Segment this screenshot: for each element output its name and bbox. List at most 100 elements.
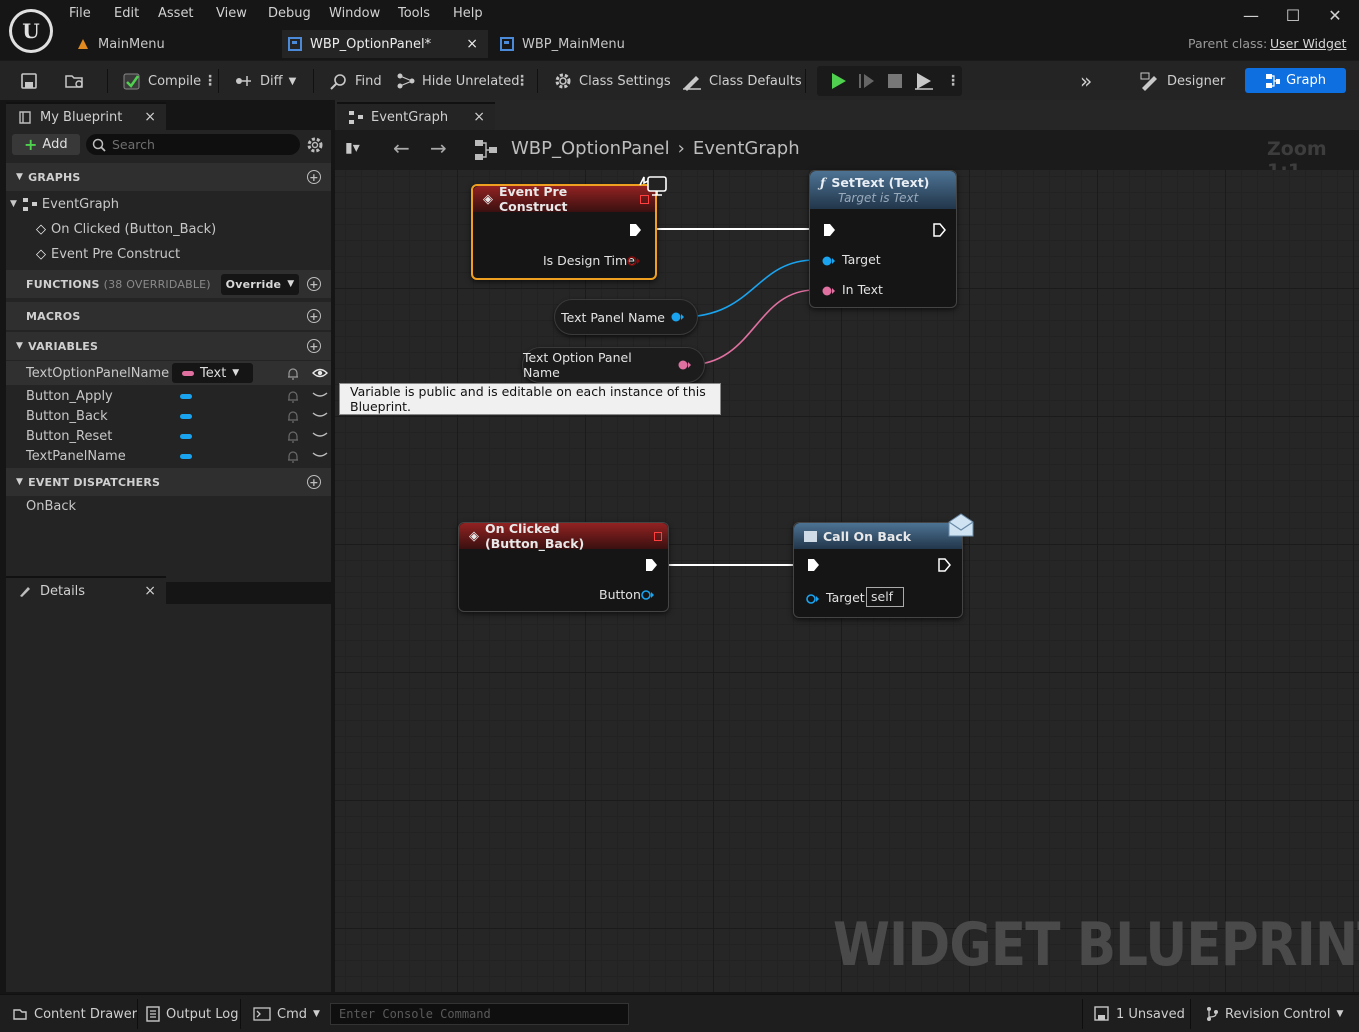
object-pin-icon[interactable]	[671, 311, 685, 323]
close-window-icon[interactable]: ✕	[1324, 4, 1346, 26]
my-blueprint-tab[interactable]: My Blueprint ×	[6, 102, 166, 130]
node-get-text-panel-name[interactable]: Text Panel Name	[554, 299, 698, 335]
compile-button[interactable]: Compile	[118, 67, 205, 95]
exec-in-pin-icon[interactable]	[822, 223, 836, 237]
my-blueprint-title: My Blueprint	[40, 109, 123, 125]
find-button[interactable]: Find	[325, 67, 386, 95]
eye-closed-icon[interactable]	[312, 390, 328, 400]
object-pin-icon[interactable]	[822, 255, 836, 267]
exec-out-pin-icon[interactable]	[644, 558, 658, 572]
graph-mode-button[interactable]: Graph	[1245, 68, 1346, 93]
bool-pin-icon[interactable]	[627, 255, 641, 267]
graph-item-on-clicked[interactable]: ◇ On Clicked (Button_Back)	[36, 217, 326, 241]
add-button[interactable]: + Add	[12, 134, 80, 155]
minimize-icon[interactable]: —	[1240, 4, 1262, 26]
console-command-input[interactable]: Enter Console Command	[330, 1003, 629, 1025]
menu-window[interactable]: Window	[329, 6, 380, 21]
close-tab-icon[interactable]: ×	[144, 583, 156, 599]
override-dropdown[interactable]: Override ▼	[221, 273, 299, 295]
functions-section-header[interactable]: FUNCTIONS (38 OVERRIDABLE) Override ▼ +	[6, 270, 331, 298]
graph-item-pre-construct[interactable]: ◇ Event Pre Construct	[36, 242, 326, 266]
search-input[interactable]: Search	[86, 134, 300, 155]
dispatcher-item-onback[interactable]: OnBack	[26, 494, 331, 518]
variable-type-dropdown[interactable]: Text ▼	[172, 363, 253, 383]
bell-icon[interactable]	[286, 429, 300, 443]
close-tab-icon[interactable]: ×	[466, 36, 478, 52]
variable-row-textoptionpanelname[interactable]: TextOptionPanelName Text ▼	[6, 361, 331, 385]
add-macro-icon[interactable]: +	[307, 309, 321, 323]
unsaved-button[interactable]: 1 Unsaved	[1094, 995, 1185, 1032]
text-pin-icon[interactable]	[822, 285, 836, 297]
variables-section-header[interactable]: ▼ VARIABLES +	[6, 332, 331, 360]
node-get-text-option-panel-name[interactable]: Text Option Panel Name	[522, 347, 705, 383]
graph-item-eventgraph[interactable]: ▼ EventGraph	[10, 192, 330, 216]
hide-unrelated-options-icon[interactable]: ⋮	[515, 73, 529, 89]
step-button[interactable]	[853, 67, 881, 95]
node-event-pre-construct[interactable]: ◈ Event Pre Construct Is Design Time	[471, 184, 657, 280]
close-tab-icon[interactable]: ×	[144, 109, 156, 125]
bell-icon[interactable]	[286, 366, 300, 380]
double-chevron-right-icon[interactable]: »	[1080, 69, 1092, 93]
unreal-logo-icon[interactable]: U	[9, 9, 53, 53]
text-pin-icon[interactable]	[678, 359, 692, 371]
menu-view[interactable]: View	[216, 6, 247, 21]
eye-closed-icon[interactable]	[312, 410, 328, 420]
menu-asset[interactable]: Asset	[158, 6, 194, 21]
hide-unrelated-button[interactable]: Hide Unrelated	[392, 67, 524, 95]
compile-options-icon[interactable]: ⋮	[203, 73, 217, 89]
bell-icon[interactable]	[286, 389, 300, 403]
designer-mode-button[interactable]: Designer	[1135, 67, 1229, 95]
target-value-input[interactable]: self	[866, 587, 904, 607]
play-options-icon[interactable]: ⋮	[946, 73, 960, 89]
eye-closed-icon[interactable]	[312, 450, 328, 460]
menu-tools[interactable]: Tools	[398, 6, 430, 21]
menu-edit[interactable]: Edit	[114, 6, 139, 21]
exec-in-pin-icon[interactable]	[806, 558, 820, 572]
doc-tab-wbp-optionpanel[interactable]: WBP_OptionPanel* ×	[282, 30, 488, 58]
parent-class-link[interactable]: User Widget	[1270, 36, 1346, 51]
maximize-icon[interactable]: ☐	[1282, 4, 1304, 26]
save-button[interactable]	[16, 67, 42, 95]
delegate-pin-icon[interactable]	[653, 531, 662, 541]
stop-button[interactable]	[881, 67, 909, 95]
doc-tab-mainmenu[interactable]: MainMenu	[70, 30, 280, 58]
object-type-pill-icon	[180, 434, 192, 439]
output-log-button[interactable]: Output Log	[146, 995, 239, 1032]
revision-control-button[interactable]: Revision Control ▼	[1205, 995, 1343, 1032]
node-on-clicked-button-back[interactable]: ◈ On Clicked (Button_Back) Button	[458, 521, 669, 612]
object-pin-icon[interactable]	[806, 593, 820, 605]
eye-open-icon[interactable]	[312, 366, 328, 380]
macros-section-header[interactable]: MACROS +	[6, 302, 331, 330]
details-tab[interactable]: Details ×	[6, 576, 166, 604]
dispatchers-section-header[interactable]: ▼ EVENT DISPATCHERS +	[6, 468, 331, 496]
content-drawer-button[interactable]: Content Drawer	[12, 995, 137, 1032]
browse-button[interactable]	[60, 67, 90, 95]
bell-icon[interactable]	[286, 449, 300, 463]
graphs-section-header[interactable]: ▼ GRAPHS +	[6, 163, 331, 191]
cmd-dropdown[interactable]: Cmd ▼	[253, 995, 320, 1032]
menu-help[interactable]: Help	[453, 6, 483, 21]
play-button[interactable]	[824, 67, 852, 95]
node-call-on-back[interactable]: Call On Back Target self	[793, 522, 963, 618]
object-pin-icon[interactable]	[641, 589, 655, 601]
class-defaults-label: Class Defaults	[709, 73, 802, 89]
class-defaults-button[interactable]: Class Defaults	[677, 67, 806, 95]
eye-closed-icon[interactable]	[312, 430, 328, 440]
exec-out-pin-icon[interactable]	[937, 558, 951, 572]
node-settext[interactable]: ƒ SetText (Text) Target is Text Target I…	[809, 170, 957, 308]
variable-row-textpanelname[interactable]: TextPanelName	[26, 444, 331, 468]
diff-button[interactable]: Diff ▼	[230, 67, 300, 95]
add-variable-icon[interactable]: +	[307, 339, 321, 353]
doc-tab-wbp-mainmenu[interactable]: WBP_MainMenu	[494, 30, 694, 58]
menu-debug[interactable]: Debug	[268, 6, 311, 21]
simulate-button[interactable]	[909, 67, 939, 95]
exec-out-pin-icon[interactable]	[628, 223, 642, 237]
add-graph-icon[interactable]: +	[307, 170, 321, 184]
class-settings-button[interactable]: Class Settings	[549, 67, 675, 95]
exec-out-pin-icon[interactable]	[932, 223, 946, 237]
menu-file[interactable]: File	[69, 6, 91, 21]
add-function-icon[interactable]: +	[307, 277, 321, 291]
add-dispatcher-icon[interactable]: +	[307, 475, 321, 489]
settings-gear-icon[interactable]	[306, 136, 324, 154]
bell-icon[interactable]	[286, 409, 300, 423]
